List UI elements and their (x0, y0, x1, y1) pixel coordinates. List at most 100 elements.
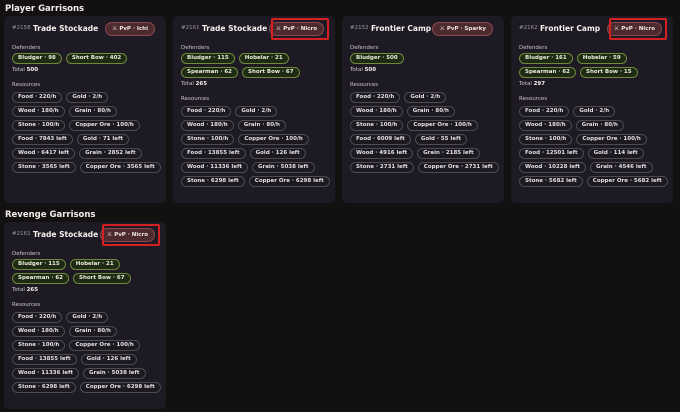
pvp-badge[interactable]: ⚔ PvP · Sparky (432, 22, 493, 36)
resource-pill: Wood · 4916 left (350, 148, 414, 159)
garrison-name: Frontier Camp (540, 24, 601, 33)
resource-pill: Stone · 2731 left (350, 162, 414, 173)
defenders-label: Defenders (12, 45, 41, 51)
total-label: Total (181, 81, 194, 87)
pvp-badge[interactable]: ⚔ PvP · Ichi (104, 22, 155, 36)
resource-pill: Stone · 100/h (350, 120, 404, 131)
card-header: #2161 Trade Stockade ⚔ PvP · Nicro (178, 16, 330, 44)
defender-pill-hobelar: Hobelar · 21 (238, 53, 289, 64)
section-title-player: Player Garrisons (5, 4, 85, 14)
defender-pill-short-bow: Short Bow · 67 (72, 273, 131, 284)
defender-pill-spearman: Spearman · 62 (519, 67, 576, 78)
resource-pill: Stone · 100/h (12, 340, 66, 351)
total-label: Total (12, 287, 25, 293)
resources-label: Resources (181, 96, 210, 102)
total-label: Total (350, 67, 363, 73)
card-header: #2152 Frontier Camp ⚔ PvP · Sparky (347, 16, 499, 44)
defender-pill-bludger: Bludger · 500 (350, 53, 404, 64)
resource-pill: Wood · 180/h (350, 106, 403, 117)
resources-list: Food · 220/h Gold · 2/h Wood · 180/h Grain … (350, 92, 499, 173)
pvp-badge[interactable]: ⚔ PvP · Nicro (606, 22, 662, 36)
defenders-total: Total 500 (350, 66, 499, 75)
resources-label: Resources (350, 82, 379, 88)
garrison-card: #2161 Trade Stockade ⚔ PvP · Nicro Defenders… (173, 16, 335, 203)
defenders-total: Total 265 (12, 286, 161, 295)
defenders-list: Bludger · 161 Hobelar · 59 Spearman · 62 Sh… (519, 53, 668, 78)
resource-pill: Food · 13855 left (181, 148, 246, 159)
garrison-id: #2161 (181, 25, 200, 31)
resource-pill: Stone · 100/h (12, 120, 66, 131)
garrison-card: #2158 Trade Stockade ⚔ PvP · Ichi Defenders B… (4, 16, 166, 203)
total-value: 500 (364, 67, 377, 73)
total-value: 500 (26, 67, 39, 73)
resource-pill: Food · 220/h (12, 92, 63, 103)
resource-pill: Stone · 100/h (181, 134, 235, 145)
crossed-swords-icon: ⚔ (613, 25, 620, 32)
resource-pill: Grain · 80/h (406, 106, 455, 117)
resource-pill: Gold · 2/h (66, 92, 109, 103)
resource-pill: Food · 220/h (350, 92, 401, 103)
crossed-swords-icon: ⚔ (439, 25, 445, 32)
resource-pill: Copper Ore · 3565 left (79, 162, 161, 173)
resource-pill: Wood · 180/h (181, 120, 234, 131)
defender-pill-short-bow: Short Bow · 15 (579, 67, 638, 78)
defender-pill-bludger: Bludger · 161 (519, 53, 573, 64)
total-value: 265 (26, 287, 39, 293)
pvp-badge-label: PvP · Ichi (119, 26, 148, 32)
resource-pill: Wood · 11336 left (12, 368, 79, 379)
defender-pill-spearman: Spearman · 62 (12, 273, 69, 284)
resource-pill: Grain · 80/h (575, 120, 624, 131)
resource-pill: Copper Ore · 100/h (238, 134, 309, 145)
resource-pill: Grain · 2185 left (417, 148, 480, 159)
resource-pill: Food · 13855 left (12, 354, 77, 365)
resource-pill: Grain · 80/h (68, 106, 117, 117)
card-header: #2162 Frontier Camp ⚔ PvP · Nicro (516, 16, 668, 44)
resource-pill: Gold · 2/h (573, 106, 616, 117)
resource-pill: Gold · 2/h (235, 106, 278, 117)
resource-pill: Gold · 2/h (404, 92, 447, 103)
resource-pill: Copper Ore · 100/h (576, 134, 647, 145)
resource-pill: Copper Ore · 100/h (69, 340, 140, 351)
defenders-list: Bludger · 98 Short Bow · 402 (12, 53, 161, 64)
garrison-id: #2158 (12, 25, 31, 31)
resource-pill: Grain · 80/h (68, 326, 117, 337)
resource-pill: Food · 12501 left (519, 148, 584, 159)
garrison-name: Trade Stockade (202, 24, 268, 33)
garrison-id: #2161 (12, 231, 31, 237)
defenders-total: Total 265 (181, 80, 330, 89)
garrison-id: #2152 (350, 25, 369, 31)
pvp-badge-label: PvP · Sparky (446, 26, 486, 32)
resource-pill: Grain · 5038 left (82, 368, 146, 379)
resource-pill: Grain · 2852 left (79, 148, 142, 159)
defenders-total: Total 297 (519, 80, 668, 89)
defenders-label: Defenders (12, 251, 41, 257)
resources-list: Food · 220/h Gold · 2/h Wood · 180/h Grain … (12, 312, 161, 393)
resource-pill: Gold · 55 left (414, 134, 468, 145)
pvp-badge[interactable]: ⚔ PvP · Nicro (99, 228, 155, 242)
garrison-name: Trade Stockade (33, 230, 99, 239)
garrison-card: #2162 Frontier Camp ⚔ PvP · Nicro Defenders B… (511, 16, 673, 203)
resource-pill: Stone · 5682 left (519, 176, 583, 187)
resource-pill: Food · 7843 left (12, 134, 73, 145)
resource-pill: Food · 220/h (12, 312, 63, 323)
garrison-card: #2152 Frontier Camp ⚔ PvP · Sparky Defenders… (342, 16, 504, 203)
resources-list: Food · 220/h Gold · 2/h Wood · 180/h Grain … (181, 106, 330, 187)
resource-pill: Grain · 4546 left (589, 162, 653, 173)
resources-label: Resources (12, 82, 41, 88)
resource-pill: Copper Ore · 6298 left (79, 382, 161, 393)
crossed-swords-icon: ⚔ (111, 25, 118, 32)
defender-pill-hobelar: Hobelar · 59 (576, 53, 627, 64)
card-header: #2158 Trade Stockade ⚔ PvP · Ichi (9, 16, 161, 44)
resources-label: Resources (519, 96, 548, 102)
resource-pill: Copper Ore · 5682 left (586, 176, 668, 187)
pvp-badge-label: PvP · Nicro (114, 232, 148, 238)
pvp-badge[interactable]: ⚔ PvP · Nicro (268, 22, 324, 36)
resource-pill: Wood · 11336 left (181, 162, 248, 173)
total-label: Total (519, 81, 532, 87)
resource-pill: Grain · 5038 left (251, 162, 315, 173)
total-label: Total (12, 67, 25, 73)
defender-pill-short-bow: Short Bow · 67 (241, 67, 300, 78)
defenders-list: Bludger · 115 Hobelar · 21 Spearman · 62 Sh… (181, 53, 330, 78)
resource-pill: Gold · 2/h (66, 312, 109, 323)
defender-pill-bludger: Bludger · 115 (12, 259, 66, 270)
